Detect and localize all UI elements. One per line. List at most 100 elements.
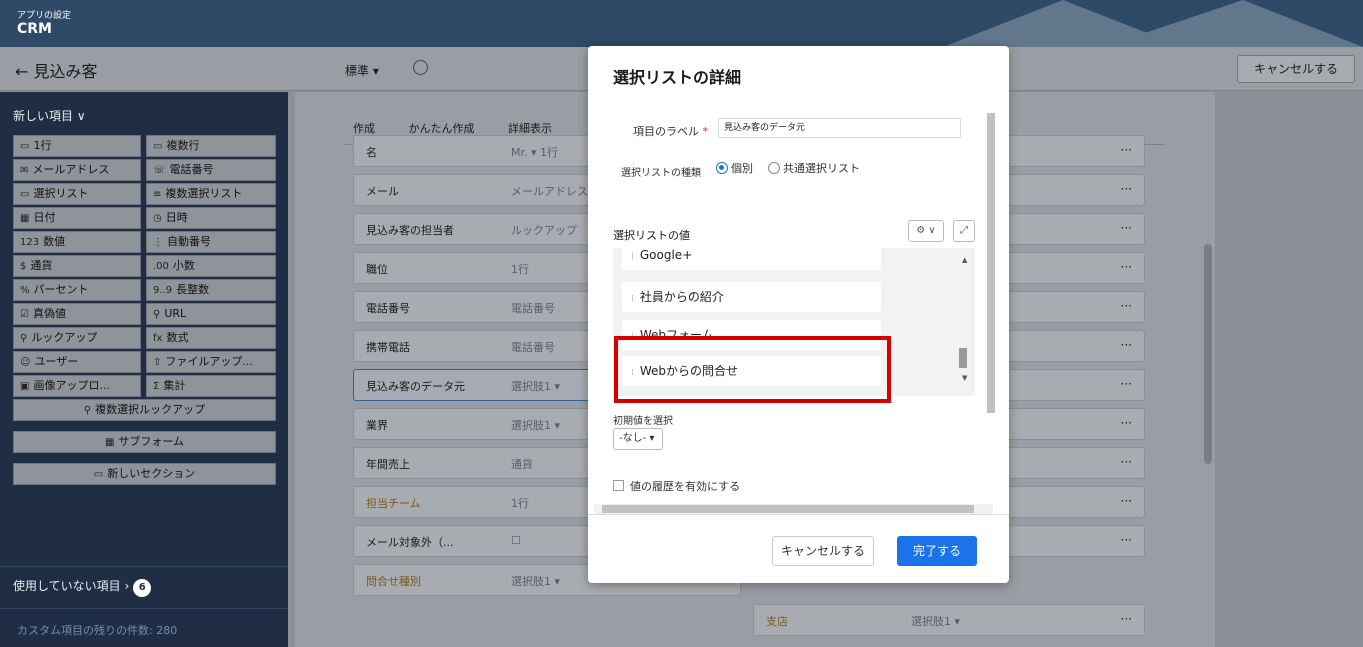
cancel-button[interactable]: キャンセルする <box>1237 55 1355 83</box>
field-type-button[interactable]: ✉ メールアドレス <box>13 159 141 181</box>
scroll-down-icon[interactable]: ▼ <box>962 374 967 382</box>
more-icon[interactable]: ··· <box>1121 533 1132 547</box>
field-type-icon: ⇧ <box>153 357 162 368</box>
layout-dropdown[interactable]: 標準 ▾ <box>345 62 379 79</box>
more-icon[interactable]: ··· <box>1121 377 1132 391</box>
more-icon[interactable]: ··· <box>1121 182 1132 196</box>
field-type-icon: fx <box>153 333 163 344</box>
field-type-button[interactable]: ⚲ 複数選択ルックアップ <box>13 399 276 421</box>
field-type-button[interactable]: Σ 集計 <box>146 375 276 397</box>
field-type-label: 小数 <box>172 259 195 272</box>
field-type-button[interactable]: ☏ 電話番号 <box>146 159 276 181</box>
field-type-button[interactable]: ⚲ ルックアップ <box>13 327 141 349</box>
back-link[interactable]: ← 見込み客 <box>15 58 98 82</box>
field-type-button[interactable]: ◷ 日時 <box>146 207 276 229</box>
tab-create[interactable]: 作成 <box>353 122 375 135</box>
field-type-icon: ⚲ <box>153 309 161 320</box>
done-button[interactable]: 完了する <box>897 536 977 566</box>
field-type-button[interactable]: ▣ 画像アップロ... <box>13 375 141 397</box>
new-items-toggle[interactable]: 新しい項目 ∨ <box>13 107 86 124</box>
canvas-scrollbar[interactable] <box>1204 244 1212 464</box>
field-type-button[interactable]: ≡ 複数選択リスト <box>146 183 276 205</box>
field-type-button[interactable]: ⇧ ファイルアップ... <box>146 351 276 373</box>
highlight-box <box>614 336 891 403</box>
field-type-button[interactable]: ▭ 選択リスト <box>13 183 141 205</box>
more-icon[interactable]: ··· <box>1121 338 1132 352</box>
field-label: 支店 <box>766 615 788 628</box>
drag-handle-icon[interactable]: ⁞ <box>631 252 634 262</box>
field-label: 年間売上 <box>366 458 410 471</box>
gear-icon[interactable] <box>413 60 428 75</box>
field-placeholder: 1行 <box>511 497 529 510</box>
picklist-value-item[interactable]: ⁞ Google+ <box>622 248 881 270</box>
field-type-button[interactable]: ▭ 複数行 <box>146 135 276 157</box>
radio-shared-label: 共通選択リスト <box>783 162 860 175</box>
field-type-icon: ▭ <box>20 141 30 152</box>
radio-individual-label: 個別 <box>731 162 753 175</box>
field-type-button[interactable]: ⋮ 自動番号 <box>146 231 276 253</box>
field-type-button[interactable]: 123 数値 <box>13 231 141 253</box>
field-type-button[interactable]: ⚲ URL <box>146 303 276 325</box>
unused-items-label: 使用していない項目 › <box>13 579 130 593</box>
field-type-icon: ☺ <box>20 357 31 368</box>
field-label-input[interactable]: 見込み客のデータ元 <box>718 118 961 138</box>
field-type-button[interactable]: % パーセント <box>13 279 141 301</box>
field-type-button[interactable]: ▭ 新しいセクション <box>13 463 276 485</box>
field-type-button[interactable]: .00 小数 <box>146 255 276 277</box>
more-icon[interactable]: ··· <box>1121 260 1132 274</box>
field-type-icon: 123 <box>20 237 40 248</box>
field-type-button[interactable]: ☑ 真偽値 <box>13 303 141 325</box>
field-type-label: URL <box>164 307 187 320</box>
field-type-label: 日付 <box>33 211 56 224</box>
field-type-button[interactable]: ▭ 1行 <box>13 135 141 157</box>
picklist-value-item[interactable]: ⁞ 社員からの紹介 <box>622 282 881 312</box>
scrollbar-thumb[interactable] <box>987 113 995 413</box>
field-type-icon: % <box>20 285 30 296</box>
field-type-icon: ☑ <box>20 309 29 320</box>
tab-detail[interactable]: 詳細表示 <box>508 122 552 135</box>
default-value-select[interactable]: -なし- ▾ <box>613 428 663 450</box>
field-type-button[interactable]: 9..9 長整数 <box>146 279 276 301</box>
unused-items-toggle[interactable]: 使用していない項目 › 6 <box>13 577 152 597</box>
more-icon[interactable]: ··· <box>1121 455 1132 469</box>
list-scrollbar-thumb[interactable] <box>959 348 967 368</box>
more-icon[interactable]: ··· <box>1121 221 1132 235</box>
field-type-button[interactable]: fx 数式 <box>146 327 276 349</box>
field-type-icon: 9..9 <box>153 285 173 296</box>
more-icon[interactable]: ··· <box>1121 494 1132 508</box>
more-icon[interactable]: ··· <box>1121 143 1132 157</box>
more-icon[interactable]: ··· <box>1121 612 1132 626</box>
field-type-icon: ▦ <box>20 213 30 224</box>
drag-handle-icon[interactable]: ⁞ <box>631 294 634 304</box>
dialog-vertical-scrollbar[interactable] <box>987 101 995 501</box>
radio-individual[interactable]: 個別 <box>716 160 753 176</box>
field-type-label: 画像アップロ... <box>33 379 110 392</box>
values-settings-button[interactable]: ⚙ ∨ <box>908 220 944 242</box>
field-label: 名 <box>366 146 377 159</box>
field-type-icon: ⚲ <box>83 405 92 416</box>
dialog-title: 選択リストの詳細 <box>613 68 742 87</box>
field-type-label: 長整数 <box>176 283 210 296</box>
field-type-icon: ▣ <box>20 381 30 392</box>
field-type-label: サブフォーム <box>118 435 185 448</box>
radio-shared[interactable]: 共通選択リスト <box>768 160 860 176</box>
field-type-label: 複数選択リスト <box>165 187 243 200</box>
field-label: 見込み客のデータ元 <box>366 380 465 393</box>
scrollbar-thumb[interactable] <box>602 505 974 513</box>
picklist-values-label: 選択リストの値 <box>613 229 690 242</box>
dialog-cancel-button[interactable]: キャンセルする <box>772 536 874 566</box>
divider <box>588 514 1009 515</box>
more-icon[interactable]: ··· <box>1121 299 1132 313</box>
form-field-row[interactable]: 支店 選択肢1 ▾ ··· <box>753 604 1145 636</box>
tab-quick-create[interactable]: かんたん作成 <box>409 122 475 135</box>
dialog-horizontal-scrollbar[interactable] <box>594 504 993 514</box>
field-type-button[interactable]: ▦ 日付 <box>13 207 141 229</box>
field-type-button[interactable]: ▦ サブフォーム <box>13 431 276 453</box>
scroll-up-icon[interactable]: ▲ <box>962 256 967 264</box>
expand-icon[interactable]: ⤢ <box>953 220 975 242</box>
field-type-button[interactable]: ☺ ユーザー <box>13 351 141 373</box>
more-icon[interactable]: ··· <box>1121 416 1132 430</box>
field-placeholder: 選択肢1 ▾ <box>911 615 961 628</box>
field-type-button[interactable]: $ 通貨 <box>13 255 141 277</box>
history-checkbox[interactable]: 値の履歴を有効にする <box>613 478 740 494</box>
